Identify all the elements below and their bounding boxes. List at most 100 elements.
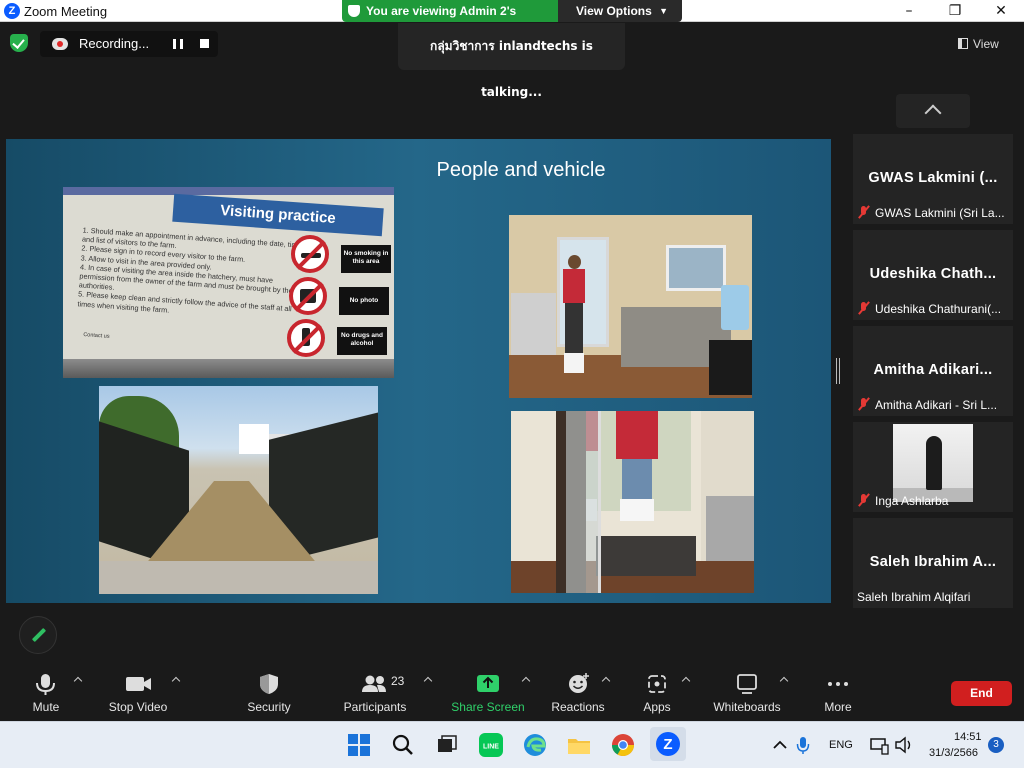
stop-video-label: Stop Video [108, 700, 168, 714]
boots [564, 353, 584, 373]
mic-muted-icon [857, 205, 871, 219]
no-drugs-label: No drugs and alcohol [337, 327, 387, 355]
participant-display-name: Amitha Adikari... [873, 362, 993, 378]
cigarette-glyph [301, 253, 321, 258]
camera-glyph [300, 289, 316, 303]
doorway-footbath-photo [511, 411, 754, 593]
clock-date[interactable]: 31/3/2566 [929, 747, 978, 759]
caret-up-icon [171, 675, 181, 685]
head [568, 255, 581, 269]
end-meeting-button[interactable]: End [951, 681, 1012, 706]
pause-recording-button[interactable] [173, 39, 183, 49]
video-options-caret[interactable] [171, 665, 181, 721]
no-photo-label: No photo [339, 287, 389, 315]
participant-tile[interactable]: Udeshika Chath... Udeshika Chathurani(..… [853, 230, 1013, 320]
mute-options-caret[interactable] [73, 665, 83, 721]
participant-namebar: Udeshika Chathurani(... [853, 298, 1013, 320]
shirt [616, 411, 658, 459]
participant-namebar: Saleh Ibrahim Alqifari [853, 586, 1013, 608]
security-button[interactable]: Security [224, 665, 314, 721]
clock-time[interactable]: 14:51 [954, 731, 982, 743]
share-screen-label: Share Screen [451, 700, 525, 714]
sign-frame [63, 187, 394, 195]
caret-up-icon [423, 675, 433, 685]
minimize-button[interactable]: – [886, 0, 932, 22]
file-explorer-icon[interactable] [564, 730, 594, 760]
panel-resize-handle[interactable] [836, 358, 840, 384]
participant-display-name: Udeshika Chath... [869, 266, 997, 282]
jeans [622, 459, 652, 499]
task-view-icon[interactable] [432, 730, 462, 760]
stop-recording-button[interactable] [200, 39, 209, 48]
zoom-app-icon[interactable]: Z [650, 727, 686, 761]
cloud-record-icon [52, 38, 68, 50]
view-options-button[interactable]: View Options ▼ [558, 0, 682, 22]
share-options-caret[interactable] [521, 665, 531, 721]
participants-options-caret[interactable] [423, 665, 433, 721]
caret-up-icon [681, 675, 691, 685]
participant-tile[interactable]: Amitha Adikari... Amitha Adikari - Sri L… [853, 326, 1013, 416]
more-label: More [824, 700, 852, 714]
zoom-logo-icon: Z [4, 3, 20, 19]
shared-screen: People and vehicle Visiting practice 1. … [6, 139, 831, 603]
chevron-down-icon: ▼ [659, 6, 668, 16]
window [666, 245, 726, 291]
participant-name: Saleh Ibrahim Alqifari [857, 590, 971, 604]
search-icon[interactable] [388, 730, 418, 760]
security-shield-icon [224, 672, 314, 696]
viewing-status: You are viewing Admin 2's screen [342, 0, 558, 22]
reactions-options-caret[interactable] [601, 665, 611, 721]
participant-tile[interactable]: GWAS Lakmini (... GWAS Lakmini (Sri La..… [853, 134, 1013, 224]
language-indicator[interactable]: ENG [829, 739, 853, 751]
view-button-label: View [973, 37, 999, 51]
caret-up-icon [601, 675, 611, 685]
more-button[interactable]: More [793, 665, 883, 721]
caret-up-icon [521, 675, 531, 685]
participant-display-name: Saleh Ibrahim A... [869, 554, 997, 570]
water-dispenser [721, 285, 749, 330]
video-camera-icon [93, 672, 183, 696]
annotate-pencil-button[interactable] [19, 616, 57, 654]
scroll-up-button[interactable] [896, 94, 970, 128]
windows-start-icon[interactable] [344, 730, 374, 760]
person [561, 255, 587, 380]
apps-options-caret[interactable] [681, 665, 691, 721]
mic-muted-icon [857, 397, 871, 411]
glass-door [566, 411, 601, 593]
line-app-icon[interactable]: LINE [476, 730, 506, 760]
viewing-text: You are viewing Admin 2's screen [366, 4, 517, 18]
notification-badge[interactable]: 3 [988, 737, 1004, 753]
close-button[interactable]: ✕ [978, 0, 1024, 22]
whiteboards-options-caret[interactable] [779, 665, 789, 721]
recording-indicator: Recording... [40, 31, 218, 57]
vehicle-disinfection-pool-photo [99, 386, 378, 594]
person-figure [926, 436, 942, 490]
stop-video-button[interactable]: Stop Video [93, 665, 183, 721]
bottle-glyph [302, 328, 310, 346]
participant-tile[interactable]: Inga Ashlarba [853, 422, 1013, 512]
meeting-toolbar: Mute Stop Video Security 23 Participants… [0, 665, 1024, 721]
encryption-shield-icon[interactable] [10, 34, 28, 52]
share-screen-button[interactable]: Share Screen [443, 665, 533, 721]
viewing-banner: You are viewing Admin 2's screen View Op… [342, 0, 682, 22]
participant-name: GWAS Lakmini (Sri La... [875, 206, 1005, 220]
participants-count: 23 [391, 674, 405, 688]
chrome-browser-icon[interactable] [608, 730, 638, 760]
microphone-tray-icon[interactable] [788, 730, 818, 760]
caret-up-icon [73, 675, 83, 685]
view-button[interactable]: View [958, 33, 1018, 55]
maximize-button[interactable]: ❐ [932, 0, 978, 22]
participants-button[interactable]: 23 Participants [330, 665, 420, 721]
volume-icon[interactable] [888, 730, 918, 760]
participant-tile[interactable]: Saleh Ibrahim A... Saleh Ibrahim Alqifar… [853, 518, 1013, 608]
security-label: Security [247, 700, 291, 714]
person [616, 411, 658, 521]
no-smoking-label: No smoking in this area [341, 245, 391, 273]
pool-edge [99, 561, 378, 594]
no-alcohol-icon [287, 319, 325, 357]
participant-namebar: Inga Ashlarba [853, 490, 1013, 512]
boot-rack [511, 293, 556, 363]
edge-browser-icon[interactable] [520, 730, 550, 760]
svg-text:Z: Z [663, 736, 672, 753]
share-screen-icon [443, 672, 533, 696]
